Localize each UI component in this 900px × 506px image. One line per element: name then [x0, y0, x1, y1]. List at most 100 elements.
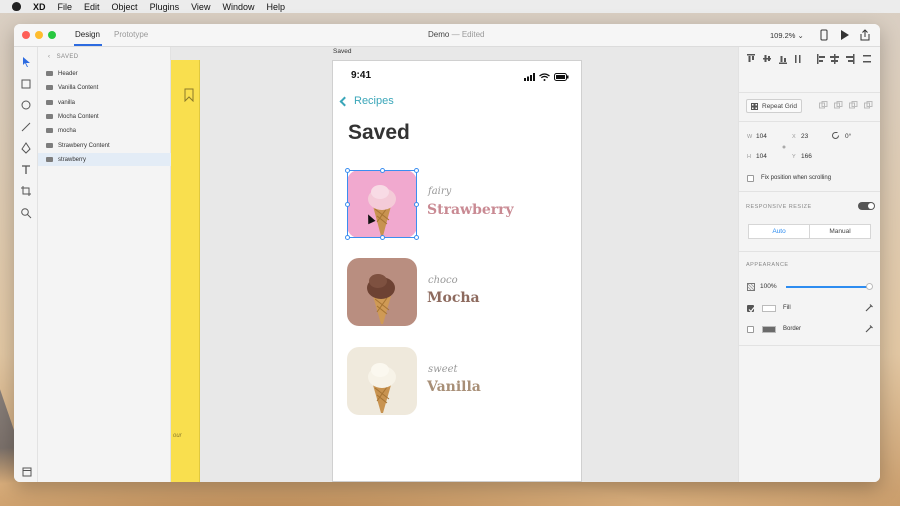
- rotation-field[interactable]: 0°: [845, 133, 851, 140]
- play-icon[interactable]: [838, 29, 850, 41]
- folder-icon: [46, 71, 53, 76]
- text-tool-icon[interactable]: [20, 164, 32, 176]
- menu-file[interactable]: File: [58, 2, 73, 12]
- resize-handle[interactable]: [380, 168, 385, 173]
- document-status: Edited: [461, 30, 485, 39]
- resize-handle[interactable]: [345, 235, 350, 240]
- width-label: W: [747, 134, 753, 140]
- divider: [739, 251, 880, 252]
- tab-design[interactable]: Design: [75, 30, 100, 39]
- border-checkbox[interactable]: [747, 326, 754, 333]
- menu-plugins[interactable]: Plugins: [150, 2, 180, 12]
- layers-header[interactable]: ‹ SAVED: [48, 54, 79, 60]
- layer-item[interactable]: Header: [38, 67, 171, 80]
- layer-label: strawberry: [58, 156, 87, 163]
- divider: [739, 345, 880, 346]
- layer-item[interactable]: vanilla: [38, 96, 171, 109]
- status-time: 9:41: [351, 70, 372, 81]
- layer-item[interactable]: mocha: [38, 124, 171, 137]
- mac-menubar: XD File Edit Object Plugins View Window …: [0, 0, 900, 13]
- zoom-tool-icon[interactable]: [20, 207, 32, 219]
- eyedropper-icon[interactable]: [865, 303, 874, 312]
- artboard-tool-icon[interactable]: [20, 185, 32, 197]
- select-tool-icon[interactable]: [20, 56, 32, 68]
- resize-auto-button[interactable]: Auto: [748, 224, 810, 239]
- height-field[interactable]: 104: [756, 153, 767, 160]
- recipe-name: Vanilla: [427, 379, 481, 395]
- design-canvas[interactable]: our Saved 9:41 Recipes Saved fairy Straw…: [171, 47, 738, 482]
- layer-item-selected[interactable]: strawberry: [38, 153, 171, 166]
- layer-label: Strawberry Content: [58, 142, 110, 149]
- apple-icon[interactable]: [12, 2, 21, 11]
- zoom-level[interactable]: 109.2% ⌄: [770, 31, 804, 40]
- opacity-icon: [747, 283, 755, 291]
- repeat-grid-icon: [751, 102, 758, 110]
- eyedropper-icon[interactable]: [865, 324, 874, 333]
- menu-app-name[interactable]: XD: [33, 2, 46, 12]
- layers-header-label: SAVED: [56, 54, 79, 60]
- fix-position-label: Fix position when scrolling: [761, 175, 832, 181]
- boolean-ops-icons[interactable]: [819, 101, 875, 111]
- share-icon[interactable]: [859, 29, 871, 41]
- layer-item[interactable]: Strawberry Content: [38, 139, 171, 152]
- border-swatch[interactable]: [762, 326, 776, 333]
- resize-manual-button[interactable]: Manual: [809, 224, 871, 239]
- assets-icon[interactable]: [22, 467, 32, 477]
- device-preview-icon[interactable]: [818, 29, 830, 41]
- resize-handle[interactable]: [345, 202, 350, 207]
- tab-prototype[interactable]: Prototype: [114, 30, 148, 39]
- selection-box[interactable]: [345, 168, 419, 240]
- y-field[interactable]: 166: [801, 153, 812, 160]
- rectangle-tool-icon[interactable]: [20, 78, 32, 90]
- menu-object[interactable]: Object: [112, 2, 138, 12]
- responsive-resize-toggle[interactable]: [858, 202, 875, 210]
- artboard-saved[interactable]: 9:41 Recipes Saved fairy Strawberry choc…: [332, 60, 582, 482]
- artboard-label[interactable]: Saved: [333, 48, 351, 55]
- pen-tool-icon[interactable]: [20, 142, 32, 154]
- x-field[interactable]: 23: [801, 133, 808, 140]
- align-icons[interactable]: [747, 54, 807, 64]
- minimize-button[interactable]: [35, 31, 43, 39]
- fill-label: Fill: [783, 305, 791, 311]
- menu-window[interactable]: Window: [222, 2, 254, 12]
- mocha-cone-image: [347, 258, 417, 326]
- lock-aspect-icon[interactable]: [782, 142, 786, 152]
- line-tool-icon[interactable]: [20, 121, 32, 133]
- layer-item[interactable]: Vanilla Content: [38, 81, 171, 94]
- menu-edit[interactable]: Edit: [84, 2, 100, 12]
- layer-label: vanilla: [58, 99, 76, 106]
- zoom-button[interactable]: [48, 31, 56, 39]
- menu-help[interactable]: Help: [266, 2, 285, 12]
- width-field[interactable]: 104: [756, 133, 767, 140]
- menu-view[interactable]: View: [191, 2, 210, 12]
- resize-handle[interactable]: [414, 168, 419, 173]
- page-title: Saved: [348, 121, 410, 144]
- resize-handle[interactable]: [345, 168, 350, 173]
- layer-item[interactable]: Mocha Content: [38, 110, 171, 123]
- close-button[interactable]: [22, 31, 30, 39]
- ellipse-tool-icon[interactable]: [20, 99, 32, 111]
- document-title: Demo — Edited: [428, 30, 485, 39]
- recipe-image-vanilla[interactable]: [347, 347, 417, 415]
- resize-handle[interactable]: [414, 235, 419, 240]
- fill-swatch[interactable]: [762, 305, 776, 312]
- opacity-value[interactable]: 100%: [760, 283, 777, 290]
- fix-position-checkbox[interactable]: [747, 175, 754, 182]
- repeat-grid-button[interactable]: Repeat Grid: [746, 99, 802, 113]
- resize-handle[interactable]: [414, 202, 419, 207]
- opacity-slider-knob[interactable]: [866, 283, 873, 290]
- neighbor-artboard[interactable]: our: [171, 60, 200, 482]
- distribute-icons[interactable]: [817, 54, 875, 64]
- folder-icon: [46, 143, 53, 148]
- align-section: [739, 47, 880, 93]
- folder-icon: [46, 100, 53, 105]
- resize-handle[interactable]: [380, 235, 385, 240]
- wifi-icon: [539, 73, 550, 81]
- fill-checkbox[interactable]: [747, 305, 755, 313]
- layer-label: mocha: [58, 127, 77, 134]
- opacity-slider[interactable]: [786, 283, 873, 290]
- recipe-adjective: fairy: [428, 186, 452, 197]
- recipe-name: Strawberry: [427, 202, 514, 218]
- recipe-image-mocha[interactable]: [347, 258, 417, 326]
- back-to-recipes-link[interactable]: Recipes: [339, 95, 394, 107]
